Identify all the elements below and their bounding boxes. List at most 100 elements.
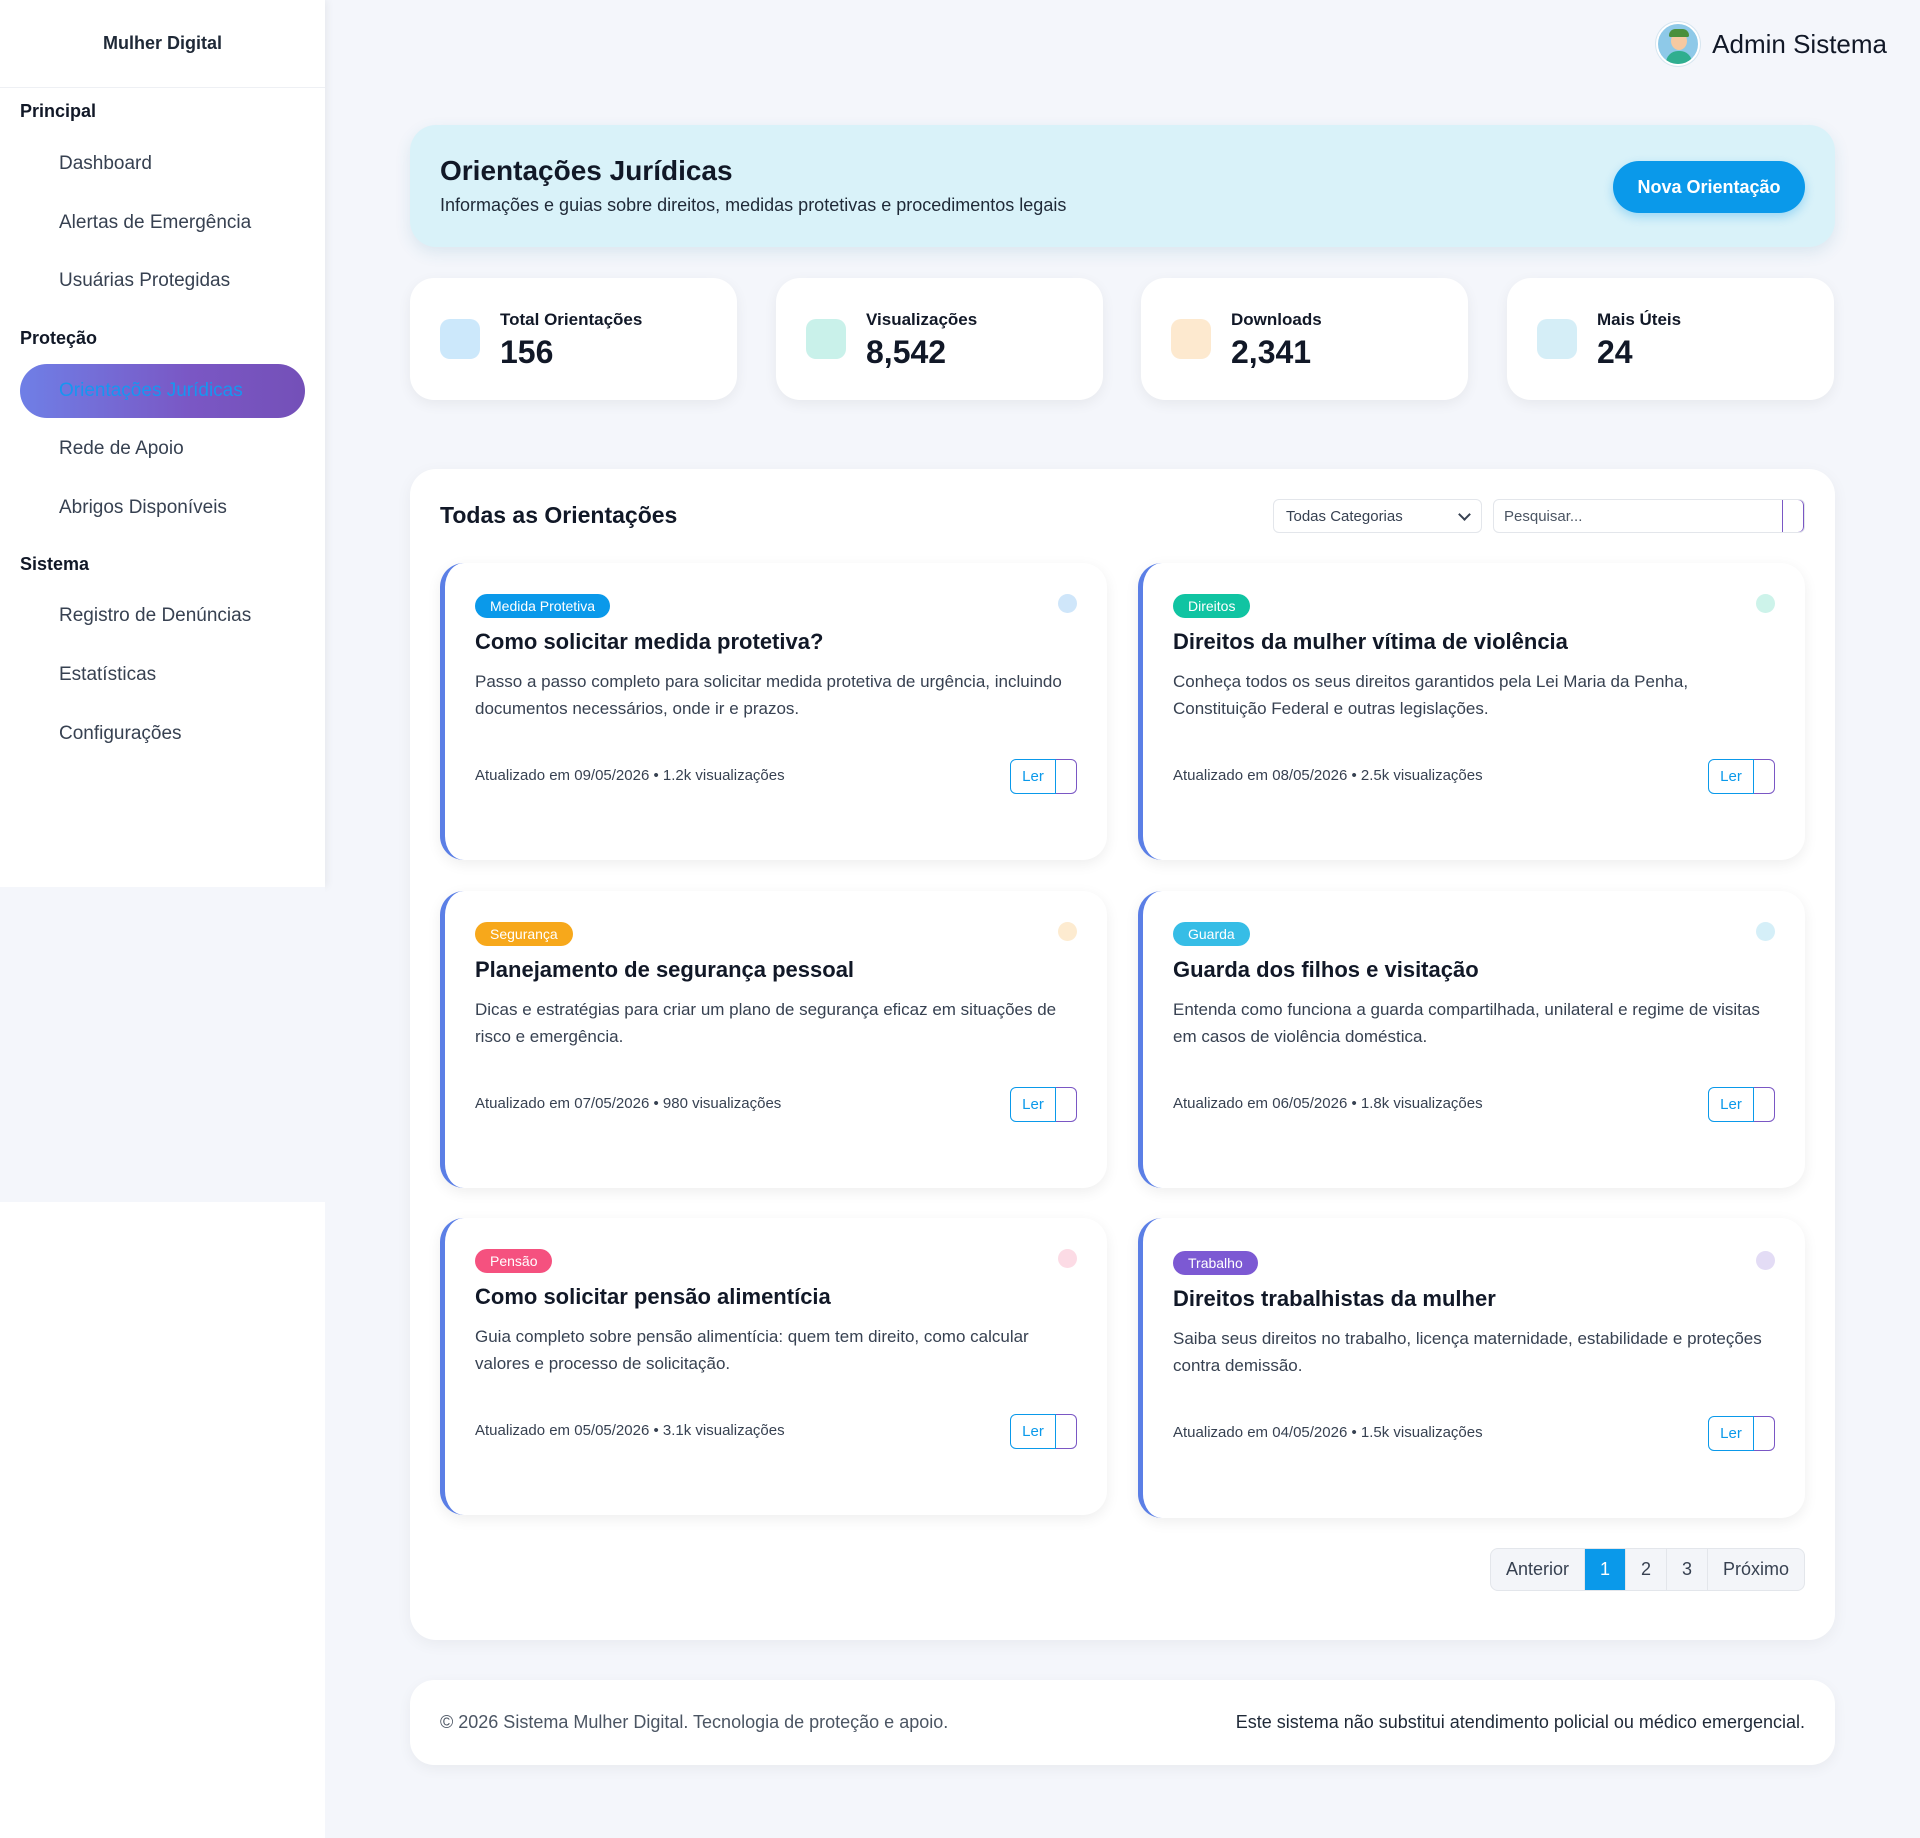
guide-title: Direitos trabalhistas da mulher	[1173, 1286, 1496, 1311]
read-more-button[interactable]	[1754, 1087, 1775, 1122]
read-button[interactable]: Ler	[1708, 1416, 1754, 1451]
read-button-group: Ler	[1708, 759, 1775, 794]
category-badge: Direitos	[1173, 594, 1251, 618]
pagination-page-1[interactable]: 1	[1584, 1549, 1626, 1590]
guide-description: Saiba seus direitos no trabalho, licença…	[1173, 1329, 1762, 1375]
read-more-button[interactable]	[1056, 759, 1077, 794]
nav-section-principal: Principal	[20, 101, 97, 121]
stat-card-total: Total Orientações 156	[410, 278, 737, 400]
sidebar-item-orientacoes[interactable]: Orientações Jurídicas	[20, 364, 305, 418]
read-button[interactable]: Ler	[1708, 759, 1754, 794]
category-badge: Segurança	[475, 922, 573, 946]
guide-meta: Atualizado em 04/05/2026 • 1.5k visualiz…	[1173, 1424, 1483, 1441]
stat-label: Mais Úteis	[1597, 310, 1682, 329]
sidebar: Mulher Digital Principal Dashboard Alert…	[0, 0, 325, 1838]
guide-title: Guarda dos filhos e visitação	[1173, 957, 1479, 982]
pagination-page-2[interactable]: 2	[1626, 1549, 1667, 1590]
sidebar-item-abrigos[interactable]: Abrigos Disponíveis	[20, 481, 305, 535]
page-subtitle: Informações e guias sobre direitos, medi…	[440, 195, 1067, 215]
search-button[interactable]	[1782, 500, 1804, 532]
guide-title: Direitos da mulher vítima de violência	[1173, 629, 1568, 654]
stat-value: 156	[500, 334, 554, 370]
category-badge: Guarda	[1173, 922, 1250, 946]
read-button[interactable]: Ler	[1708, 1087, 1754, 1122]
user-name: Admin Sistema	[1712, 28, 1887, 59]
guide-meta: Atualizado em 09/05/2026 • 1.2k visualiz…	[475, 767, 785, 784]
sidebar-item-estatisticas[interactable]: Estatísticas	[20, 648, 305, 702]
sidebar-item-alertas[interactable]: Alertas de Emergência	[20, 196, 305, 250]
stat-card-views: Visualizações 8,542	[776, 278, 1103, 400]
guide-meta: Atualizado em 06/05/2026 • 1.8k visualiz…	[1173, 1095, 1483, 1112]
nav-section-sistema: Sistema	[20, 554, 90, 574]
guides-panel: Todas as Orientações Todas Categorias Me…	[410, 469, 1835, 1640]
search-input[interactable]	[1494, 500, 1782, 532]
guide-card: Segurança Planejamento de segurança pess…	[440, 891, 1107, 1188]
sidebar-item-usuarias[interactable]: Usuárias Protegidas	[20, 254, 305, 308]
hero-banner: Orientações Jurídicas Informações e guia…	[410, 125, 1835, 247]
footer: © 2026 Sistema Mulher Digital. Tecnologi…	[410, 1680, 1835, 1765]
status-dot-icon	[1756, 594, 1775, 613]
read-button-group: Ler	[1010, 759, 1077, 794]
read-more-button[interactable]	[1754, 1416, 1775, 1451]
stat-label: Visualizações	[866, 310, 978, 329]
brand-name[interactable]: Mulher Digital	[0, 0, 325, 88]
guide-card: Pensão Como solicitar pensão alimentícia…	[440, 1218, 1107, 1515]
guide-description: Guia completo sobre pensão alimentícia: …	[475, 1327, 1029, 1373]
status-dot-icon	[1058, 1249, 1077, 1268]
pagination-prev[interactable]: Anterior	[1491, 1549, 1585, 1590]
read-more-button[interactable]	[1056, 1087, 1077, 1122]
footer-copyright: © 2026 Sistema Mulher Digital. Tecnologi…	[440, 1712, 949, 1732]
guide-card: Direitos Direitos da mulher vítima de vi…	[1138, 563, 1805, 860]
sidebar-item-rede-apoio[interactable]: Rede de Apoio	[20, 422, 305, 476]
panel-title: Todas as Orientações	[440, 502, 678, 528]
guide-title: Planejamento de segurança pessoal	[475, 957, 855, 982]
guide-card: Trabalho Direitos trabalhistas da mulher…	[1138, 1218, 1805, 1518]
category-select-value: Todas Categorias	[1286, 507, 1403, 525]
pagination-page-3[interactable]: 3	[1667, 1549, 1708, 1590]
guide-description: Entenda como funciona a guarda compartil…	[1173, 1000, 1760, 1046]
stat-downloads-icon	[1171, 319, 1211, 359]
page-title: Orientações Jurídicas	[440, 155, 733, 186]
guide-meta: Atualizado em 07/05/2026 • 980 visualiza…	[475, 1095, 782, 1112]
user-avatar-icon	[1656, 22, 1701, 66]
guide-description: Conheça todos os seus direitos garantido…	[1173, 672, 1689, 718]
pagination: Anterior 1 2 3 Próximo	[1489, 1548, 1805, 1591]
read-button[interactable]: Ler	[1010, 1414, 1056, 1449]
sidebar-item-configuracoes[interactable]: Configurações	[20, 707, 305, 761]
sidebar-panel: Mulher Digital Principal Dashboard Alert…	[0, 0, 325, 887]
stat-views-icon	[806, 319, 846, 359]
guide-description: Dicas e estratégias para criar um plano …	[475, 1000, 1057, 1046]
stat-value: 8,542	[866, 334, 947, 370]
stat-total-icon	[440, 319, 480, 359]
category-badge: Medida Protetiva	[475, 594, 611, 618]
chevron-down-icon	[1458, 507, 1471, 521]
user-menu[interactable]: Admin Sistema	[1656, 22, 1887, 66]
category-badge: Pensão	[475, 1249, 553, 1273]
stat-label: Total Orientações	[500, 310, 643, 329]
stat-useful-icon	[1537, 319, 1577, 359]
read-button-group: Ler	[1708, 1416, 1775, 1451]
read-button[interactable]: Ler	[1010, 759, 1056, 794]
status-dot-icon	[1058, 594, 1077, 613]
new-guide-button[interactable]: Nova Orientação	[1613, 161, 1805, 213]
guide-card: Guarda Guarda dos filhos e visitação Ent…	[1138, 891, 1805, 1188]
read-button[interactable]: Ler	[1010, 1087, 1056, 1122]
guide-title: Como solicitar pensão alimentícia	[475, 1284, 831, 1309]
stat-card-downloads: Downloads 2,341	[1141, 278, 1468, 400]
sidebar-item-denuncias[interactable]: Registro de Denúncias	[20, 589, 305, 643]
read-button-group: Ler	[1010, 1414, 1077, 1449]
guide-meta: Atualizado em 05/05/2026 • 3.1k visualiz…	[475, 1422, 785, 1439]
category-select[interactable]: Todas Categorias	[1273, 499, 1482, 533]
read-more-button[interactable]	[1056, 1414, 1077, 1449]
guide-meta: Atualizado em 08/05/2026 • 2.5k visualiz…	[1173, 767, 1483, 784]
stat-value: 2,341	[1231, 334, 1312, 370]
guide-card: Medida Protetiva Como solicitar medida p…	[440, 563, 1107, 860]
stat-value: 24	[1597, 334, 1633, 370]
nav-section-protecao: Proteção	[20, 328, 98, 348]
sidebar-gap	[0, 887, 325, 1202]
sidebar-item-dashboard[interactable]: Dashboard	[20, 137, 305, 191]
sidebar-lower-panel	[0, 1202, 325, 1838]
read-button-group: Ler	[1708, 1087, 1775, 1122]
pagination-next[interactable]: Próximo	[1708, 1549, 1804, 1590]
read-more-button[interactable]	[1754, 759, 1775, 794]
